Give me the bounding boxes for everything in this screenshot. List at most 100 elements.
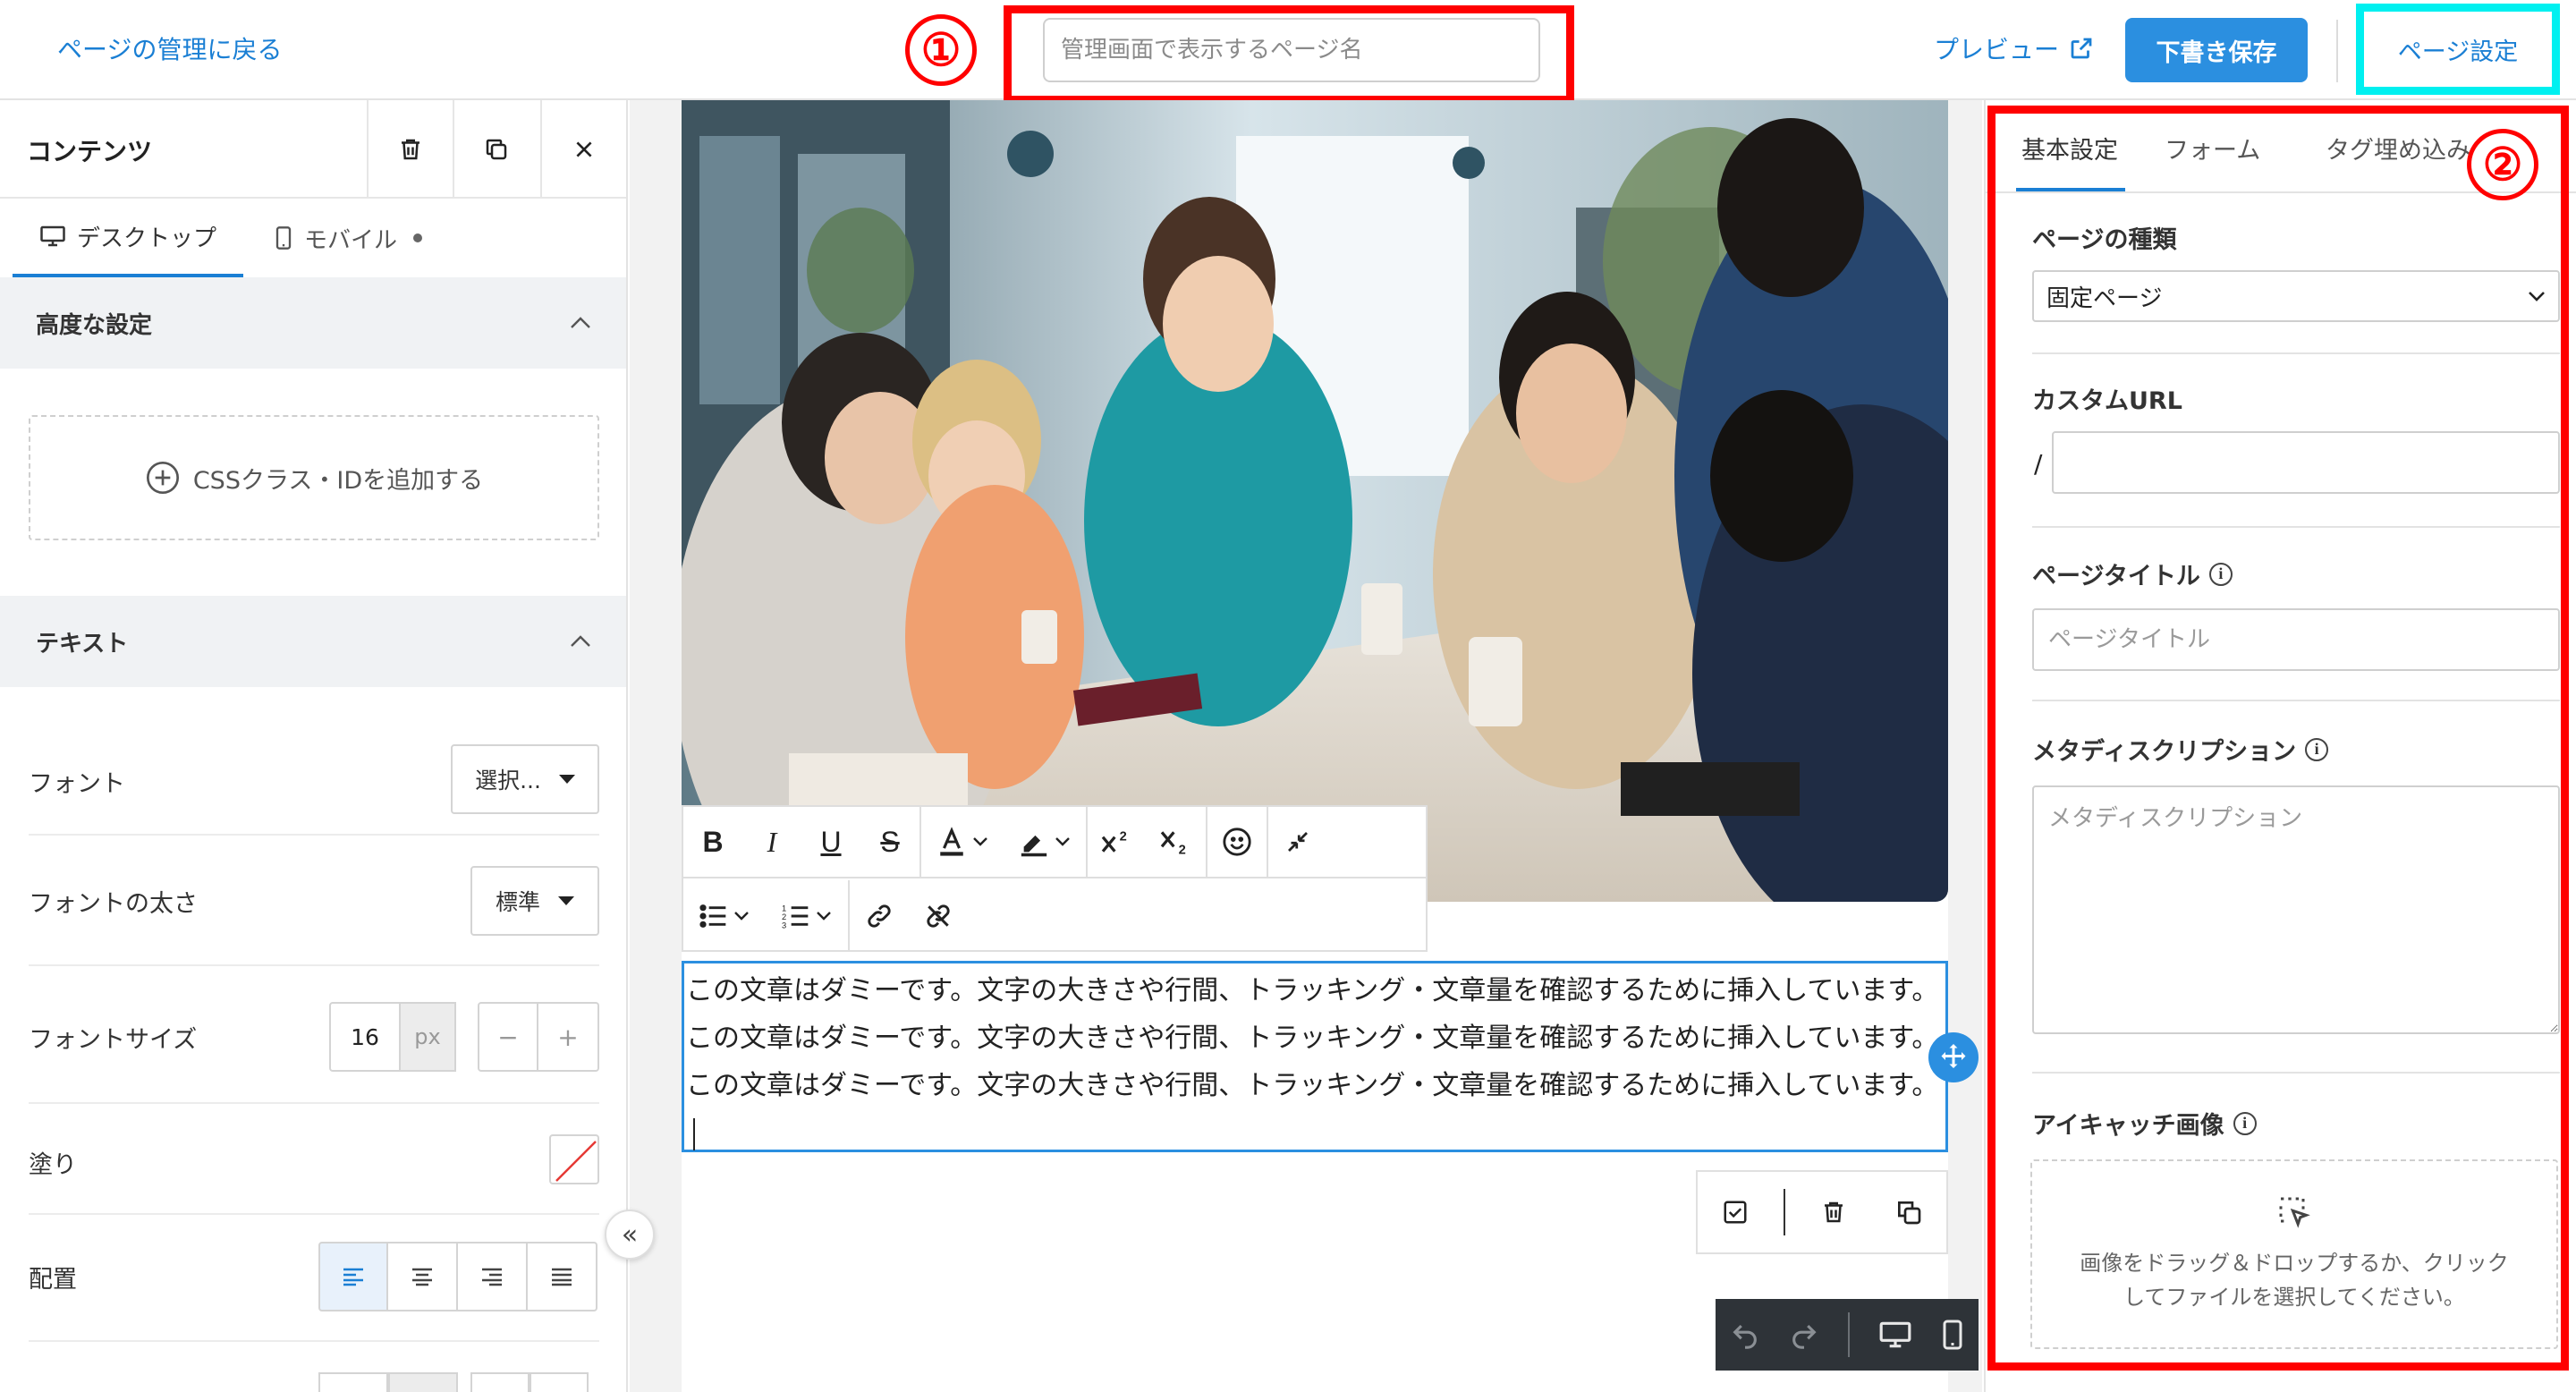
remove-link-button[interactable] (909, 880, 968, 952)
caret-down-icon (558, 775, 575, 784)
delete-block-button[interactable] (367, 100, 453, 199)
collapse-toolbar-button[interactable] (1268, 806, 1327, 878)
body-text: この文章はダミーです。文字の大きさや行間、トラッキング・文章量を確認するために挿… (686, 975, 1939, 1101)
content-settings-panel: コンテンツ デスクトップ モバイル 高度な設定 CSSクラス・IDを追加する テ… (0, 100, 628, 1392)
info-icon[interactable]: i (2305, 737, 2329, 761)
caret-down-icon (558, 896, 574, 905)
redo-icon[interactable] (1789, 1320, 1819, 1350)
info-icon[interactable]: i (2208, 562, 2233, 586)
underline-icon: U (820, 825, 842, 858)
emoji-button[interactable] (1208, 806, 1267, 878)
eyecatch-image-dropzone[interactable]: 画像をドラッグ＆ドロップするか、クリックしてファイルを選択してください。 (2030, 1159, 2558, 1349)
save-draft-button[interactable]: 下書き保存 (2125, 18, 2308, 82)
bold-button[interactable]: B (683, 806, 742, 878)
font-size-increment-button[interactable]: + (538, 1002, 599, 1072)
custom-url-input[interactable] (2052, 431, 2560, 494)
align-right-button[interactable] (458, 1242, 528, 1311)
eyecatch-label: アイキャッチ画像 (2032, 1112, 2224, 1140)
text-color-icon (936, 827, 967, 857)
align-left-icon (342, 1267, 365, 1286)
align-justify-icon (550, 1267, 573, 1286)
text-color-button[interactable] (921, 806, 1004, 878)
font-weight-value: 標準 (495, 889, 540, 915)
dropzone-instructions: 画像をドラッグ＆ドロップするか、クリックしてファイルを選択してください。 (2080, 1251, 2509, 1310)
font-label: フォント (29, 770, 125, 798)
fill-row: 塗り (29, 1104, 599, 1215)
superscript-button[interactable]: 2 (1088, 806, 1147, 878)
select-block-button[interactable] (1708, 1185, 1762, 1239)
toolbar-divider (2336, 20, 2338, 82)
page-type-value: 固定ページ (2046, 284, 2163, 312)
copy-icon (483, 136, 510, 163)
move-block-handle[interactable] (1928, 1032, 1979, 1082)
tab-desktop[interactable]: デスクトップ (13, 199, 244, 277)
underline-button[interactable]: U (801, 806, 860, 878)
duplicate-text-block-button[interactable] (1882, 1185, 1936, 1239)
font-size-input[interactable]: 16 (329, 1002, 401, 1072)
page-type-select[interactable]: 固定ページ (2032, 270, 2560, 322)
numbered-list-button[interactable]: 123 (766, 880, 848, 952)
next-row-button[interactable] (318, 1372, 388, 1392)
highlighter-icon (1019, 827, 1049, 857)
text-section-header[interactable]: テキスト (0, 596, 626, 687)
align-justify-button[interactable] (528, 1242, 597, 1311)
meta-description-textarea[interactable] (2032, 785, 2560, 1034)
panel-title: コンテンツ (27, 137, 153, 166)
text-block-editable[interactable]: この文章はダミーです。文字の大きさや行間、トラッキング・文章量を確認するために挿… (682, 961, 1948, 1152)
page-title-input[interactable] (2032, 608, 2560, 671)
italic-button[interactable]: I (742, 806, 801, 878)
external-link-icon (2068, 35, 2095, 62)
strikethrough-button[interactable]: S (860, 806, 919, 878)
bullet-list-button[interactable] (683, 880, 766, 952)
add-css-class-id-button[interactable]: CSSクラス・IDを追加する (29, 415, 599, 540)
preview-link[interactable]: プレビュー (1934, 30, 2095, 66)
tab-form[interactable]: フォーム (2165, 131, 2260, 166)
advanced-settings-header[interactable]: 高度な設定 (0, 277, 626, 369)
annotation-box-1 (1004, 5, 1574, 104)
next-row-button[interactable] (470, 1372, 530, 1392)
align-center-button[interactable] (388, 1242, 458, 1311)
text-section-heading: テキスト (36, 630, 129, 658)
font-select-value: 選択... (475, 768, 541, 794)
desktop-preview-icon[interactable] (1878, 1320, 1912, 1350)
font-size-label: フォントサイズ (29, 1026, 198, 1054)
toolbar-separator (1848, 1312, 1850, 1357)
tab-tag-embed[interactable]: タグ埋め込み (2326, 131, 2470, 166)
image-select-icon (2276, 1194, 2312, 1230)
close-panel-button[interactable] (540, 100, 626, 199)
tab-mobile[interactable]: モバイル (274, 199, 423, 277)
delete-text-block-button[interactable] (1807, 1185, 1860, 1239)
unlink-icon (924, 902, 953, 930)
font-size-decrement-button[interactable]: − (478, 1002, 538, 1072)
page-title-label: ページタイトル (2032, 563, 2200, 590)
font-weight-select[interactable]: 標準 (470, 866, 599, 936)
collapse-panel-button[interactable]: « (605, 1210, 655, 1260)
page-title-section: ページタイトル i (2032, 556, 2560, 591)
mobile-preview-icon[interactable] (1941, 1319, 1964, 1351)
chevron-down-icon (972, 836, 988, 847)
highlight-color-button[interactable] (1004, 806, 1086, 878)
insert-link-button[interactable] (850, 880, 909, 952)
rich-text-toolbar: B I U S 2 2 123 (682, 805, 1428, 952)
undo-icon[interactable] (1730, 1320, 1760, 1350)
font-weight-row: フォントの太さ 標準 (29, 836, 599, 966)
fill-color-swatch[interactable] (549, 1134, 599, 1184)
desktop-icon (39, 225, 66, 248)
duplicate-block-button[interactable] (453, 100, 538, 199)
font-select[interactable]: 選択... (451, 744, 599, 814)
next-row-button[interactable] (388, 1372, 458, 1392)
rte-row-lists: 123 (683, 880, 1426, 952)
align-left-button[interactable] (318, 1242, 388, 1311)
chevron-down-icon (1055, 836, 1071, 847)
subscript-button[interactable]: 2 (1147, 806, 1206, 878)
hero-image[interactable] (682, 100, 1948, 902)
next-row-button[interactable] (530, 1372, 589, 1392)
next-control-row (318, 1372, 599, 1392)
tab-basic-settings[interactable]: 基本設定 (2021, 131, 2118, 166)
info-icon[interactable]: i (2233, 1111, 2257, 1135)
block-action-bar (1696, 1170, 1948, 1254)
back-to-page-management-link[interactable]: ページの管理に戻る (57, 30, 282, 66)
chevron-up-icon (569, 634, 592, 649)
add-css-label: CSSクラス・IDを追加する (192, 466, 484, 495)
annotation-marker-1: ① (905, 14, 977, 86)
